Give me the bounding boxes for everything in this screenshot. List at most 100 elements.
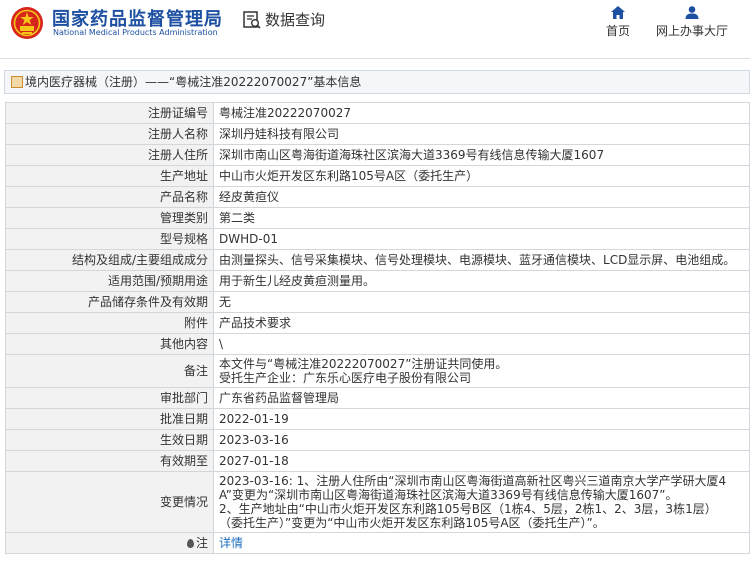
row-label: 生产地址 [5, 165, 214, 187]
row-label: 注册证编号 [5, 102, 214, 124]
details-link[interactable]: 详情 [219, 536, 243, 550]
row-label: 注册人住所 [5, 144, 214, 166]
row-value-line: （委托生产）”变更为“中山市火炬开发区东利路105号A区（委托生产）”。 [219, 516, 605, 530]
row-label: 结构及组成/主要组成成分 [5, 249, 214, 271]
row-label-text: 产品名称 [159, 190, 208, 204]
row-label-text: 批准日期 [159, 412, 208, 426]
row-label: 批准日期 [5, 408, 214, 430]
folder-icon [11, 75, 23, 88]
row-label: 产品储存条件及有效期 [5, 291, 214, 313]
row-value-line: 本文件与“粤械注准20222070027”注册证共同使用。 [219, 357, 508, 371]
row-value: 产品技术要求 [213, 312, 750, 334]
row-value: 2023-03-16 [213, 429, 750, 451]
row-value-text: DWHD-01 [219, 232, 278, 246]
table-row: 管理类别 第二类 [5, 207, 750, 229]
row-value: 粤械注准20222070027 [213, 102, 750, 124]
row-value: DWHD-01 [213, 228, 750, 250]
row-label-text: 其他内容 [159, 337, 208, 351]
row-label-text: 型号规格 [159, 232, 208, 246]
row-value: 深圳市南山区粤海街道海珠社区滨海大道3369号有线信息传输大厦1607 [213, 144, 750, 166]
row-label-text: 注册人住所 [147, 148, 208, 162]
row-label-text: 有效期至 [159, 454, 208, 468]
row-label: 审批部门 [5, 387, 214, 409]
row-value-text: 经皮黄疸仪 [219, 190, 280, 204]
row-label: 产品名称 [5, 186, 214, 208]
table-row: 适用范围/预期用途 用于新生儿经皮黄疸测量用。 [5, 270, 750, 292]
row-label: 备注 [5, 354, 214, 388]
data-query-label: 数据查询 [265, 11, 326, 29]
nav-home[interactable]: 首页 [600, 6, 636, 39]
row-label: 有效期至 [5, 450, 214, 472]
header-divider [0, 58, 750, 59]
row-label: 管理类别 [5, 207, 214, 229]
row-value-text: 第二类 [219, 211, 256, 225]
user-icon [685, 6, 699, 19]
table-row: 产品名称 经皮黄疸仪 [5, 186, 750, 208]
row-value: 用于新生儿经皮黄疸测量用。 [213, 270, 750, 292]
row-value: 由测量探头、信号采集模块、信号处理模块、电源模块、蓝牙通信模块、LCD显示屏、电… [213, 249, 750, 271]
row-value-text: 广东省药品监督管理局 [219, 391, 340, 405]
table-row: 注册证编号 粤械注准20222070027 [5, 102, 750, 124]
row-label: 变更情况 [5, 471, 214, 533]
row-label-text: 审批部门 [159, 391, 208, 405]
row-label-text: 结构及组成/主要组成成分 [71, 253, 208, 267]
row-value: 2023-03-16: 1、注册人住所由“深圳市南山区粤海街道高新社区粤兴三道南… [213, 471, 750, 533]
row-label-text: 适用范围/预期用途 [107, 274, 208, 288]
table-row: 注详情 [5, 532, 750, 554]
table-row: 型号规格 DWHD-01 [5, 228, 750, 250]
home-icon [611, 6, 625, 19]
row-value: 2027-01-18 [213, 450, 750, 472]
nav-online-office[interactable]: 网上办事大厅 [652, 6, 732, 39]
row-value: 深圳丹娃科技有限公司 [213, 123, 750, 145]
row-label-text: 生产地址 [159, 169, 208, 183]
table-row: 备注 本文件与“粤械注准20222070027”注册证共同使用。 受托生产企业：广东… [5, 354, 750, 388]
table-row: 产品储存条件及有效期无 [5, 291, 750, 313]
row-label-text: 变更情况 [159, 495, 208, 509]
table-row: 审批部门 广东省药品监督管理局 [5, 387, 750, 409]
row-label-text: 管理类别 [159, 211, 208, 225]
row-value-text: \ [219, 337, 224, 351]
breadcrumb: 境内医疗器械（注册）——“粤械注准20222070027”基本信息 [4, 70, 750, 94]
row-value-text: 2022-01-19 [219, 412, 289, 426]
row-label: 注册人名称 [5, 123, 214, 145]
national-emblem-icon [11, 7, 43, 39]
row-value: 本文件与“粤械注准20222070027”注册证共同使用。 受托生产企业：广东乐心… [213, 354, 750, 388]
row-value-line: 2、生产地址由“中山市火炬开发区东利路105号B区（1栋4、5层，2栋1、2、3… [219, 502, 717, 516]
table-row: 批准日期 2022-01-19 [5, 408, 750, 430]
table-row: 其他内容 \ [5, 333, 750, 355]
row-label-text: 注 [195, 536, 208, 550]
nav-home-label: 首页 [605, 24, 630, 38]
row-value: 广东省药品监督管理局 [213, 387, 750, 409]
row-label: 型号规格 [5, 228, 214, 250]
row-value-text: 无 [219, 295, 232, 309]
row-value-line: A”变更为“深圳市南山区粤海街道海珠社区滨海大道3369号有线信息传输大厦160… [219, 488, 678, 502]
row-value-text: 粤械注准20222070027 [219, 106, 351, 120]
row-label-text: 备注 [183, 364, 208, 378]
row-value: 无 [213, 291, 750, 313]
row-label: 其他内容 [5, 333, 214, 355]
table-row: 生效日期 2023-03-16 [5, 429, 750, 451]
pin-icon [186, 539, 194, 548]
site-header: 国家药品监督管理局 National Medical Products Admi… [0, 0, 750, 56]
row-label: 生效日期 [5, 429, 214, 451]
row-label-text: 注册人名称 [147, 127, 208, 141]
nav-office-label: 网上办事大厅 [655, 24, 728, 38]
table-row: 生产地址 中山市火炬开发区东利路105号A区（委托生产） [5, 165, 750, 187]
breadcrumb-text: 境内医疗器械（注册）——“粤械注准20222070027”基本信息 [25, 75, 362, 89]
row-value-line: 2023-03-16: 1、注册人住所由“深圳市南山区粤海街道高新社区粤兴三道南… [219, 474, 727, 488]
row-value-text: 深圳市南山区粤海街道海珠社区滨海大道3369号有线信息传输大厦1607 [219, 148, 605, 162]
row-label-text: 注册证编号 [147, 106, 208, 120]
row-value: 中山市火炬开发区东利路105号A区（委托生产） [213, 165, 750, 187]
table-row: 注册人名称 深圳丹娃科技有限公司 [5, 123, 750, 145]
site-title-en: National Medical Products Administration [53, 28, 218, 37]
row-value: \ [213, 333, 750, 355]
row-label-text: 产品储存条件及有效期 [87, 295, 208, 309]
data-query-link[interactable]: 数据查询 [242, 9, 325, 30]
row-value-text: 产品技术要求 [219, 316, 292, 330]
row-label-text: 附件 [183, 316, 208, 330]
table-row: 结构及组成/主要组成成分 由测量探头、信号采集模块、信号处理模块、电源模块、蓝牙通… [5, 249, 750, 271]
row-value-line: 受托生产企业：广东乐心医疗电子股份有限公司 [219, 371, 472, 385]
row-value-text: 2023-03-16 [219, 433, 289, 447]
row-value: 详情 [213, 532, 750, 554]
row-value-text: 2027-01-18 [219, 454, 289, 468]
